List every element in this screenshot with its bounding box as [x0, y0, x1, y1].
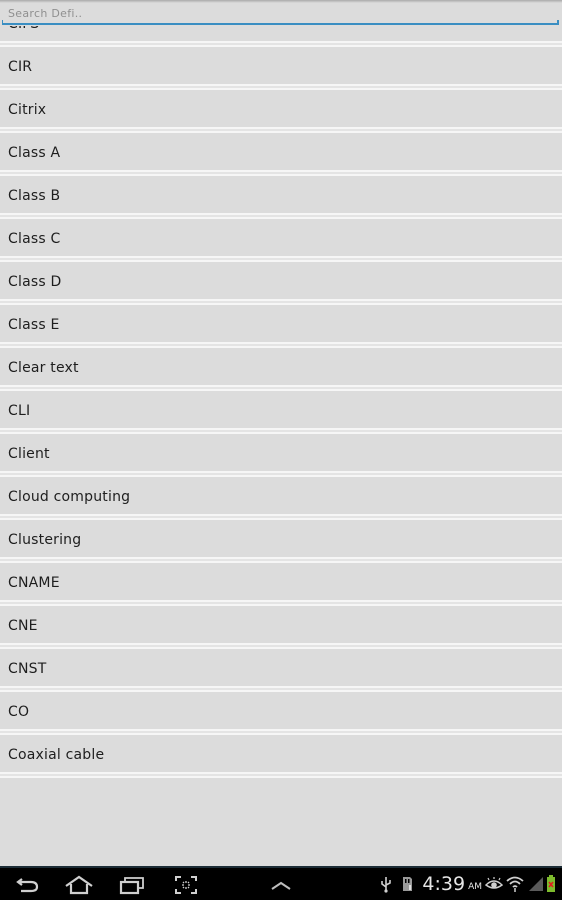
eye-icon — [485, 877, 503, 889]
list-item[interactable]: Clustering — [0, 520, 562, 563]
list-item[interactable]: CNAME — [0, 563, 562, 606]
menu-up-button[interactable] — [268, 872, 294, 898]
list-item[interactable]: CNST — [0, 649, 562, 692]
top-shadow — [0, 0, 562, 3]
list-item[interactable]: Class E — [0, 305, 562, 348]
battery-icon — [547, 875, 555, 892]
list-item-label: Clustering — [8, 532, 82, 548]
list-item-label: Class E — [8, 317, 60, 333]
list-item-label: Class B — [8, 188, 61, 204]
sd-card-icon — [403, 877, 413, 891]
list-item-label: Class A — [8, 145, 61, 161]
list-item-label: CO — [8, 704, 30, 720]
search-underline-right-tick — [557, 20, 559, 24]
list-item[interactable]: Client — [0, 434, 562, 477]
wifi-icon — [506, 876, 524, 892]
recent-apps-button[interactable] — [118, 872, 146, 898]
list-item[interactable]: CNE — [0, 606, 562, 649]
list-item-label: Class D — [8, 274, 62, 290]
list-item-label: Client — [8, 446, 50, 462]
list-item[interactable]: CO — [0, 692, 562, 735]
list-item-label: Citrix — [8, 102, 47, 118]
list-item[interactable]: Class B — [0, 176, 562, 219]
home-icon — [65, 875, 93, 895]
system-navigation-bar: 4:39 AM — [0, 866, 562, 900]
search-underline-left-tick — [2, 20, 3, 24]
clock-ampm: AM — [468, 882, 482, 892]
list-item-label: CNST — [8, 661, 47, 677]
list-item-label: CNAME — [8, 575, 60, 591]
search-underline — [2, 23, 559, 25]
list-item[interactable]: Citrix — [0, 90, 562, 133]
usb-icon — [381, 877, 392, 893]
list-item[interactable]: CLI — [0, 391, 562, 434]
list-item-label: Class C — [8, 231, 61, 247]
search-bar — [0, 0, 562, 26]
screenshot-icon — [175, 876, 197, 894]
list-item[interactable]: CIR — [0, 47, 562, 90]
status-area[interactable]: 4:39 AM — [379, 868, 562, 900]
search-input[interactable] — [2, 3, 558, 23]
menu-up-icon — [271, 881, 291, 890]
list-item-label: CLI — [8, 403, 31, 419]
recent-apps-icon — [119, 877, 144, 895]
back-icon — [16, 878, 39, 893]
list-item-label: Clear text — [8, 360, 79, 376]
list-item-label: CIR — [8, 59, 33, 75]
list-item[interactable]: Class A — [0, 133, 562, 176]
home-button[interactable] — [63, 872, 95, 898]
list-item-label: Coaxial cable — [8, 747, 105, 763]
definitions-list[interactable]: CIFS CIR Citrix Class A Class B Class C … — [0, 0, 562, 866]
row-divider — [0, 772, 562, 778]
screenshot-button[interactable] — [172, 872, 200, 898]
list-item[interactable]: Class D — [0, 262, 562, 305]
list-item[interactable]: Class C — [0, 219, 562, 262]
list-item[interactable]: Clear text — [0, 348, 562, 391]
signal-icon — [529, 877, 543, 891]
list-item-label: Cloud computing — [8, 489, 131, 505]
clock-time: 4:39 — [422, 873, 466, 895]
list-item[interactable]: Coaxial cable — [0, 735, 562, 778]
list-item-label: CNE — [8, 618, 38, 634]
back-button[interactable] — [14, 872, 42, 898]
list-item[interactable]: Cloud computing — [0, 477, 562, 520]
